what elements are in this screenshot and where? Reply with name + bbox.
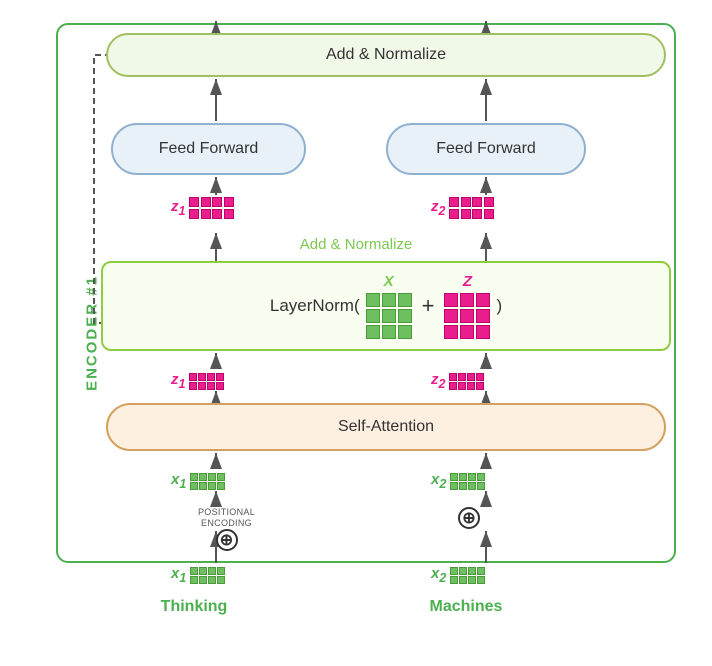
main-diagram: ENCODER #1	[26, 13, 686, 653]
add-normalize-top: Add & Normalize	[106, 33, 666, 77]
x2-input-label: x2	[431, 471, 446, 491]
x1-input-label: x1	[171, 471, 186, 491]
x1-bottom-grid	[190, 567, 225, 584]
z2-upper-label: z2	[431, 198, 445, 218]
pos-enc-right: ⊕	[458, 507, 480, 529]
x1-bottom-label: x1	[171, 565, 186, 585]
plus-sign: +	[422, 293, 435, 319]
z2-upper-row: z2	[431, 197, 494, 219]
x1-bottom-row: x1	[171, 565, 225, 585]
z1-lower-label: z1	[171, 371, 185, 391]
Z-label: Z	[463, 273, 472, 290]
x2-bottom-grid	[450, 567, 485, 584]
z1-lower-row: z1	[171, 371, 224, 391]
plus-circle-left: ⊕	[216, 529, 238, 551]
pos-enc-left: POSITIONALENCODING ⊕	[198, 507, 255, 551]
feed-forward-right: Feed Forward	[386, 123, 586, 175]
self-attention-box: Self-Attention	[106, 403, 666, 451]
x1-input-row: x1	[171, 471, 225, 491]
z1-upper-grid	[189, 197, 234, 219]
encoder-label: ENCODER #1	[83, 275, 100, 391]
self-attention-label: Self-Attention	[338, 418, 434, 436]
x2-input-grid	[450, 473, 485, 490]
feed-forward-left-label: Feed Forward	[159, 140, 259, 158]
z2-upper-grid	[449, 197, 494, 219]
plus-circle-right: ⊕	[458, 507, 480, 529]
layernorm-box: LayerNorm( X + Z )	[101, 261, 671, 351]
layernorm-x-grid	[366, 293, 412, 339]
x2-bottom-label: x2	[431, 565, 446, 585]
thinking-label: Thinking	[144, 598, 244, 616]
z2-lower-grid	[449, 373, 484, 390]
x2-input-row: x2	[431, 471, 485, 491]
feed-forward-left: Feed Forward	[111, 123, 306, 175]
X-label: X	[384, 273, 394, 290]
z2-lower-row: z2	[431, 371, 484, 391]
pos-enc-left-label: POSITIONALENCODING	[198, 507, 255, 529]
z1-upper-row: z1	[171, 197, 234, 219]
add-normalize-inner-label: Add & Normalize	[26, 236, 686, 253]
layernorm-z-grid	[444, 293, 490, 339]
machines-label: Machines	[406, 598, 526, 616]
z1-lower-grid	[189, 373, 224, 390]
z2-lower-label: z2	[431, 371, 445, 391]
feed-forward-right-label: Feed Forward	[436, 140, 536, 158]
layernorm-close: )	[496, 296, 502, 316]
add-normalize-top-label: Add & Normalize	[326, 46, 446, 64]
z1-upper-label: z1	[171, 198, 185, 218]
x1-input-grid	[190, 473, 225, 490]
x2-bottom-row: x2	[431, 565, 485, 585]
layernorm-text: LayerNorm(	[270, 296, 360, 316]
